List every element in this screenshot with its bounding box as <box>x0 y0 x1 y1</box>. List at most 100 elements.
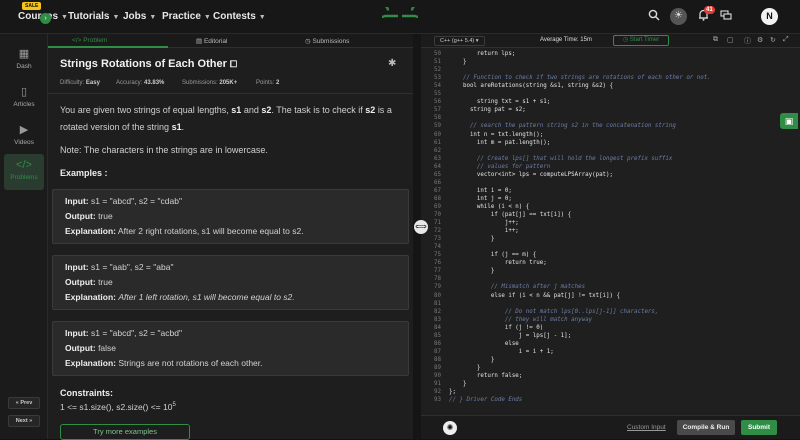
code-text: // Do not match lps[0..lps[j-1]] charact… <box>449 308 659 315</box>
code-line[interactable]: 72 i++; <box>421 227 800 235</box>
sidebar-item-articles[interactable]: ▯ Articles <box>4 80 44 116</box>
code-text: while (i < n) { <box>449 203 530 210</box>
code-line[interactable]: 70 if (pat[j] == txt[i]) { <box>421 211 800 219</box>
nav-jobs[interactable]: Jobs ▼ <box>123 11 156 22</box>
prev-button[interactable]: « Prev <box>8 397 40 409</box>
code-line[interactable]: 90 return false; <box>421 372 800 380</box>
start-timer-button[interactable]: ◷ Start Timer <box>613 35 669 46</box>
code-area[interactable]: 50 return lps; 51 } 52 53 // Function to ch… <box>421 50 800 415</box>
code-line[interactable]: 50 return lps; <box>421 50 800 58</box>
code-line[interactable]: 77 } <box>421 267 800 275</box>
code-line[interactable]: 53 // Function to check if two strings a… <box>421 74 800 82</box>
code-line[interactable]: 56 string txt = s1 + s1; <box>421 98 800 106</box>
code-line[interactable]: 75 if (j == m) { <box>421 251 800 259</box>
code-line[interactable]: 55 <box>421 90 800 98</box>
fullscreen-icon[interactable]: ⤢ <box>783 36 789 44</box>
code-line[interactable]: 68 int j = 0; <box>421 195 800 203</box>
language-select[interactable]: C++ (g++ 5.4) ▾ <box>434 36 485 46</box>
resize-handle-icon[interactable]: ⟺ <box>414 220 428 234</box>
line-number: 93 <box>434 397 441 404</box>
tab-editorial[interactable]: ▤ Editorial <box>196 37 227 45</box>
sidebar-item-problems[interactable]: </> Problems <box>4 154 44 190</box>
chat-icon[interactable]: ▣ <box>780 113 798 129</box>
tab-problem[interactable]: </> Problem <box>72 37 107 44</box>
code-line[interactable]: 61 int m = pat.length(); <box>421 139 800 147</box>
code-line[interactable]: 71 j++; <box>421 219 800 227</box>
line-number: 67 <box>434 187 441 194</box>
line-number: 77 <box>434 268 441 275</box>
code-line[interactable]: 91 } <box>421 380 800 388</box>
code-line[interactable]: 79 // Mismatch after j matches <box>421 283 800 291</box>
line-number: 88 <box>434 356 441 363</box>
reset-icon[interactable]: ↻ <box>770 36 776 44</box>
problem-title: Strings Rotations of Each Other ⧠ <box>60 58 238 70</box>
next-button[interactable]: Next » <box>8 415 40 427</box>
constraints-heading: Constraints: <box>60 388 114 398</box>
nav-tutorials[interactable]: Tutorials ▼ <box>68 11 119 22</box>
code-line[interactable]: 92}; <box>421 388 800 396</box>
code-line[interactable]: 66 <box>421 179 800 187</box>
search-icon[interactable] <box>646 9 662 25</box>
gfg-logo[interactable] <box>382 7 418 25</box>
code-line[interactable]: 84 if (j != 0) <box>421 324 800 332</box>
chevron-down-icon: ▼ <box>203 14 211 21</box>
copy-icon[interactable]: ⧉ <box>713 36 718 44</box>
code-line[interactable]: 69 while (i < n) { <box>421 203 800 211</box>
code-line[interactable]: 51 } <box>421 58 800 66</box>
code-text: if (pat[j] == txt[i]) { <box>449 212 572 218</box>
code-line[interactable]: 82 // Do not match lps[0..lps[j-1]] char… <box>421 308 800 316</box>
messages-icon[interactable] <box>718 9 734 25</box>
code-line[interactable]: 78 <box>421 275 800 283</box>
clock-icon: ◷ <box>305 38 311 45</box>
settings-icon[interactable]: ⚙ <box>757 36 763 44</box>
nav-contests[interactable]: Contests ▼ <box>213 11 266 22</box>
code-line[interactable]: 76 return true; <box>421 259 800 267</box>
submit-button[interactable]: Submit <box>741 420 777 435</box>
hint-bulb-icon[interactable]: ✺ <box>443 421 457 435</box>
code-line[interactable]: 93 // } Driver Code Ends <box>421 396 800 404</box>
side-navigation: ▦ Dash ▯ Articles ▶ Videos </> Problems … <box>0 34 48 439</box>
code-line[interactable]: 65 vector<int> lps = computeLPSArray(pat… <box>421 171 800 179</box>
code-line[interactable]: 86 else <box>421 340 800 348</box>
bookmark-icon[interactable]: ⧠ <box>230 59 237 69</box>
sidebar-item-dash[interactable]: ▦ Dash <box>4 42 44 78</box>
code-text: j = lps[j - 1]; <box>449 332 572 339</box>
code-line[interactable]: 52 <box>421 66 800 74</box>
collapse-sidebar-icon[interactable]: › <box>40 13 51 24</box>
code-line[interactable]: 88 } <box>421 356 800 364</box>
line-number: 63 <box>434 155 441 162</box>
code-line[interactable]: 67 int i = 0; <box>421 187 800 195</box>
code-line[interactable]: 89 } <box>421 364 800 372</box>
code-line[interactable]: 74 <box>421 243 800 251</box>
code-line[interactable]: 73 } <box>421 235 800 243</box>
code-text: // Mismatch after j matches <box>449 284 586 291</box>
code-line[interactable]: 59 // search the pattern string s2 in th… <box>421 122 800 130</box>
code-line[interactable]: 87 i = i + 1; <box>421 348 800 356</box>
panel-splitter[interactable] <box>413 34 421 439</box>
custom-input-link[interactable]: Custom Input <box>627 424 666 431</box>
line-number: 65 <box>434 171 441 178</box>
sale-badge: SALE <box>22 2 42 10</box>
theme-toggle-icon[interactable]: ☀ <box>670 8 687 25</box>
code-line[interactable]: 54 bool areRotations(string &s1, string … <box>421 82 800 90</box>
code-line[interactable]: 58 <box>421 114 800 122</box>
duplicate-icon[interactable]: ▢ <box>727 36 734 44</box>
sidebar-item-videos[interactable]: ▶ Videos <box>4 118 44 154</box>
code-line[interactable]: 64 // values for pattern <box>421 163 800 171</box>
report-bug-icon[interactable]: ✱ <box>388 58 396 69</box>
user-avatar[interactable]: N <box>761 8 778 25</box>
code-line[interactable]: 85 j = lps[j - 1]; <box>421 332 800 340</box>
code-line[interactable]: 62 <box>421 147 800 155</box>
tab-submissions[interactable]: ◷ Submissions <box>305 37 349 45</box>
code-line[interactable]: 63 // Create lps[] that will hold the lo… <box>421 155 800 163</box>
nav-practice[interactable]: Practice ▼ <box>162 11 211 22</box>
code-line[interactable]: 80 else if (i < n && pat[j] != txt[i]) { <box>421 292 800 300</box>
code-line[interactable]: 83 // they will match anyway <box>421 316 800 324</box>
info-icon[interactable]: ⓘ <box>744 36 751 46</box>
code-line[interactable]: 57 string pat = s2; <box>421 106 800 114</box>
try-more-examples-button[interactable]: Try more examples <box>60 424 190 440</box>
compile-run-button[interactable]: Compile & Run <box>677 420 735 435</box>
code-line[interactable]: 60 int n = txt.length(); <box>421 131 800 139</box>
code-line[interactable]: 81 <box>421 300 800 308</box>
line-number: 92 <box>434 389 441 396</box>
